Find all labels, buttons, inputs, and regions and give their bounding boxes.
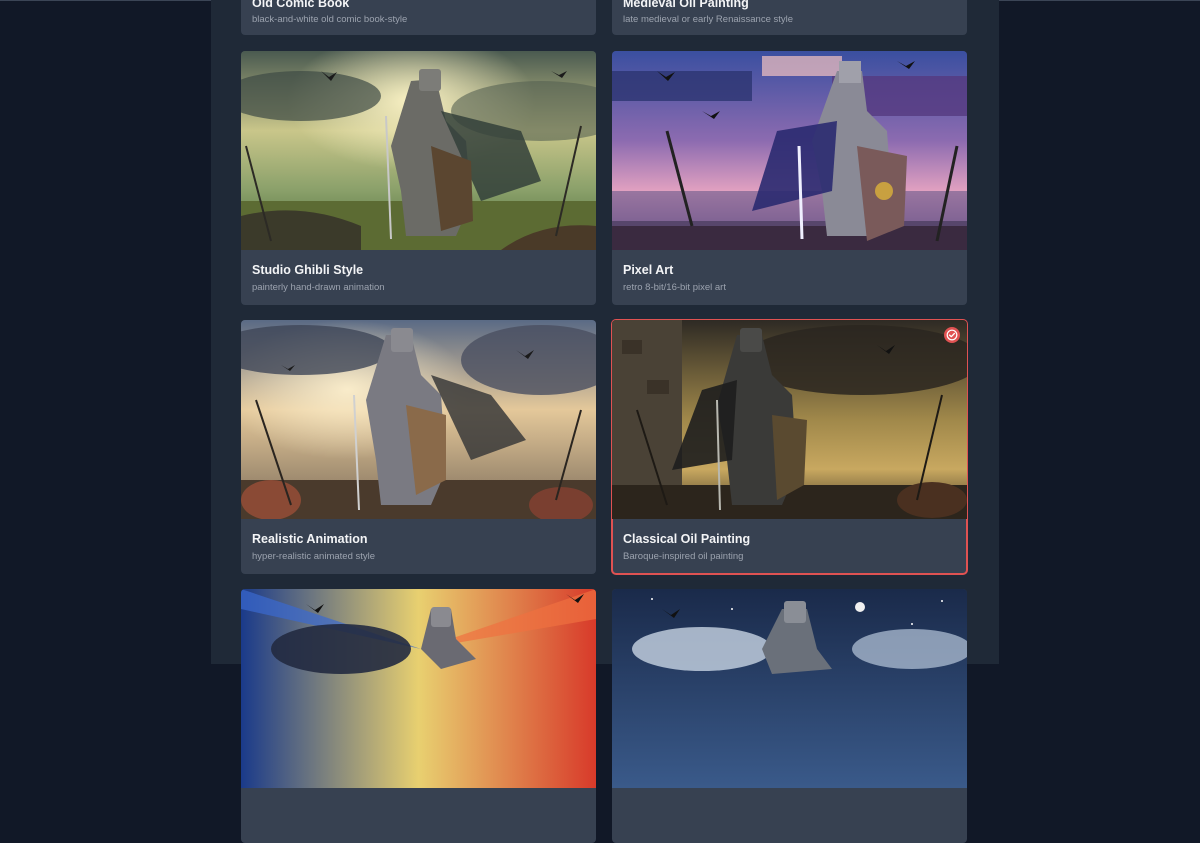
style-card-description: late medieval or early Renaissance style [623, 14, 794, 25]
style-card-title: Pixel Art [623, 263, 674, 277]
check-circle-icon [944, 327, 960, 343]
style-card-description: hyper-realistic animated style [252, 551, 376, 562]
style-card-studio-ghibli[interactable]: Studio Ghibli Style painterly hand-drawn… [241, 51, 596, 305]
style-card-night-sky[interactable] [612, 589, 967, 843]
style-preview-image [612, 320, 967, 519]
style-preview-image [612, 589, 967, 788]
style-card-description: retro 8-bit/16-bit pixel art [623, 282, 726, 293]
style-card-comic-action[interactable] [241, 589, 596, 843]
style-card-title: Realistic Animation [252, 532, 368, 546]
style-card-title: Classical Oil Painting [623, 532, 751, 546]
style-card-realistic-animation[interactable]: Realistic Animation hyper-realistic anim… [241, 320, 596, 574]
style-card-classical-oil-painting[interactable]: Classical Oil Painting Baroque-inspired … [611, 319, 968, 575]
style-preview-image [612, 51, 967, 250]
style-card-description: black-and-white old comic book-style [252, 14, 408, 25]
style-card-medieval-oil-painting[interactable]: Medieval Oil Painting late medieval or e… [612, 0, 967, 35]
style-preview-image [241, 589, 596, 788]
style-card-title: Studio Ghibli Style [252, 263, 364, 277]
style-card-description: Baroque-inspired oil painting [623, 551, 744, 562]
style-card-title: Old Comic Book [252, 0, 350, 10]
style-card-old-comic-book[interactable]: Old Comic Book black-and-white old comic… [241, 0, 596, 35]
style-preview-image [241, 51, 596, 250]
style-card-description: painterly hand-drawn animation [252, 282, 385, 293]
style-card-title: Medieval Oil Painting [623, 0, 749, 10]
style-gallery-panel: Old Comic Book black-and-white old comic… [211, 0, 999, 843]
style-card-pixel-art[interactable]: Pixel Art retro 8-bit/16-bit pixel art [612, 51, 967, 305]
style-preview-image [241, 320, 596, 519]
